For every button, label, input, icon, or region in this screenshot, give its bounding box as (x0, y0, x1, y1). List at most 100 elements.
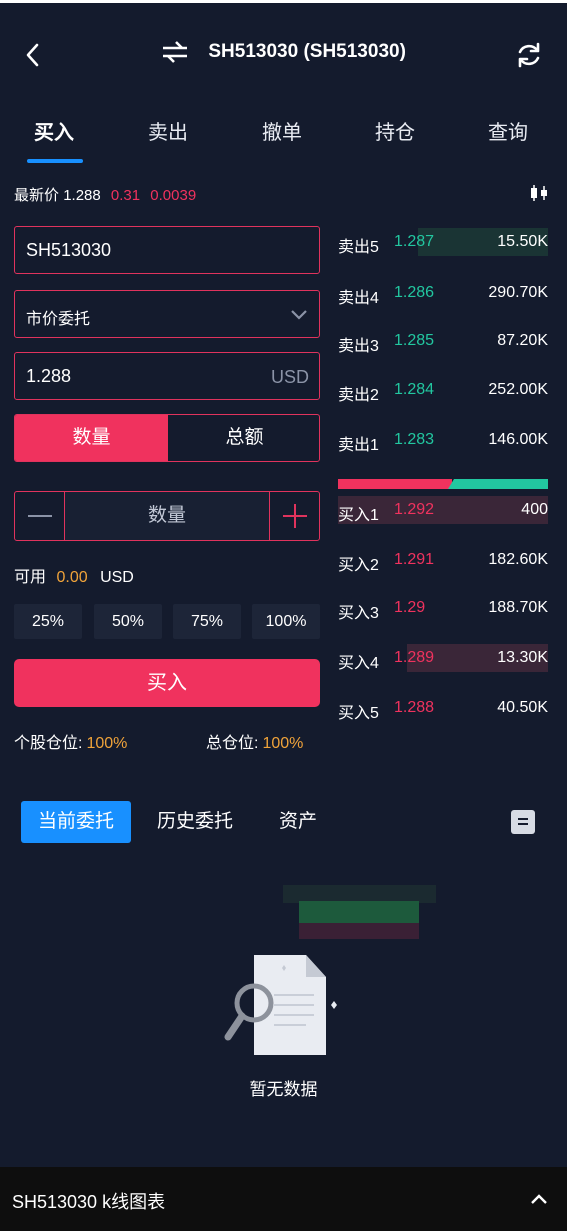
bid-row[interactable]: 买入1 1.292 400 (338, 496, 548, 524)
percent-25-button[interactable]: 25% (14, 604, 82, 639)
tab-query[interactable]: 查询 (488, 116, 528, 145)
title-bar: SH513030 (SH513030) (0, 41, 567, 63)
bid-price: 1.29 (394, 599, 426, 616)
latest-price-label: 最新价 (14, 187, 60, 204)
buy-ratio (338, 479, 452, 489)
bid-volume: 400 (521, 501, 548, 518)
symbol-input[interactable]: SH513030 (14, 226, 320, 274)
bid-row[interactable]: 买入5 1.288 40.50K (338, 694, 548, 722)
list-icon[interactable] (511, 810, 535, 834)
quantity-stepper: 数量 (14, 491, 320, 541)
bid-row[interactable]: 买入4 1.289 13.30K (338, 644, 548, 672)
bid-label: 买入2 (338, 557, 379, 574)
ask-label: 卖出3 (338, 338, 379, 355)
amount-mode-toggle: 数量 总额 (14, 414, 320, 462)
bid-price: 1.289 (394, 649, 435, 666)
tab-current-orders[interactable]: 当前委托 (21, 801, 131, 843)
ask-label: 卖出4 (338, 290, 379, 307)
tab-cancel[interactable]: 撤单 (262, 116, 302, 145)
increase-button[interactable] (269, 492, 319, 540)
bid-volume: 40.50K (497, 699, 548, 716)
bid-row[interactable]: 买入3 1.29 188.70K (338, 594, 548, 622)
percent-100-button[interactable]: 100% (252, 604, 320, 639)
ask-label: 卖出1 (338, 437, 379, 454)
order-type-select[interactable]: 市价委托 (14, 290, 320, 338)
price-unit: USD (270, 367, 309, 387)
mode-quantity-button[interactable]: 数量 (15, 415, 168, 461)
price-change-value: 0.0039 (150, 187, 197, 204)
bid-label: 买入1 (338, 507, 379, 524)
percent-75-button[interactable]: 75% (173, 604, 241, 639)
bid-price: 1.291 (394, 551, 435, 568)
available-currency: USD (100, 569, 134, 586)
bid-volume: 13.30K (497, 649, 548, 666)
ask-price: 1.284 (394, 381, 435, 398)
ask-label: 卖出5 (338, 239, 379, 256)
ask-price: 1.286 (394, 284, 435, 301)
price-change-percent: 0.31 (110, 187, 141, 204)
available-label: 可用 (14, 569, 47, 586)
percent-50-button[interactable]: 50% (94, 604, 162, 639)
candlestick-icon[interactable] (529, 184, 549, 202)
tab-assets[interactable]: 资产 (279, 801, 317, 843)
bid-row[interactable]: 买入2 1.291 182.60K (338, 546, 548, 574)
header: SH513030 (SH513030) (0, 3, 567, 103)
bid-price: 1.288 (394, 699, 435, 716)
total-position: 总仓位: 100% (206, 729, 303, 753)
ask-price: 1.285 (394, 332, 435, 349)
bid-label: 买入4 (338, 655, 379, 672)
sell-ratio (448, 479, 548, 489)
ask-volume: 15.50K (497, 233, 548, 250)
decrease-button[interactable] (15, 492, 65, 540)
ask-row[interactable]: 卖出4 1.286 290.70K (338, 279, 548, 307)
available-balance: 可用 0.00 USD (14, 563, 134, 587)
single-position-label: 个股仓位: (14, 735, 83, 752)
trade-tabs: 买入 卖出 撤单 持仓 查询 (0, 116, 567, 166)
list-lines-icon (518, 818, 528, 825)
buy-button[interactable]: 买入 (14, 659, 320, 707)
ask-volume: 252.00K (488, 381, 548, 398)
ask-volume: 146.00K (488, 431, 548, 448)
chevron-down-icon (291, 310, 307, 320)
mode-total-button[interactable]: 总额 (168, 415, 319, 461)
ask-row[interactable]: 卖出3 1.285 87.20K (338, 327, 548, 355)
bid-price: 1.292 (394, 501, 435, 518)
quantity-input[interactable]: 数量 (65, 492, 269, 540)
minus-icon (28, 515, 52, 517)
ask-volume: 290.70K (488, 284, 548, 301)
available-amount: 0.00 (56, 569, 88, 586)
price-input[interactable]: 1.288 USD (14, 352, 320, 400)
faded-chart-graphic (283, 885, 436, 939)
swap-icon[interactable] (161, 41, 189, 63)
kline-drawer-bar[interactable]: SH513030 k线图表 (0, 1167, 567, 1231)
ask-row[interactable]: 卖出5 1.287 15.50K (338, 228, 548, 256)
order-type-value: 市价委托 (26, 311, 91, 328)
tab-history-orders[interactable]: 历史委托 (157, 801, 233, 843)
total-position-value: 100% (262, 735, 304, 752)
active-tab-indicator (27, 159, 83, 163)
symbol-value: SH513030 (26, 240, 112, 260)
refresh-icon[interactable] (515, 41, 543, 69)
ask-row[interactable]: 卖出1 1.283 146.00K (338, 426, 548, 454)
price-value: 1.288 (26, 366, 72, 386)
tab-position[interactable]: 持仓 (375, 116, 415, 145)
kline-drawer-label: SH513030 k线图表 (12, 1192, 166, 1212)
ask-price: 1.283 (394, 431, 435, 448)
tab-buy[interactable]: 买入 (34, 116, 74, 145)
bid-label: 买入3 (338, 605, 379, 622)
single-position: 个股仓位: 100% (14, 729, 127, 753)
ask-price: 1.287 (394, 233, 435, 250)
buy-sell-ratio-bar (338, 479, 548, 489)
ask-volume: 87.20K (497, 332, 548, 349)
single-position-value: 100% (86, 735, 128, 752)
bid-volume: 182.60K (488, 551, 548, 568)
ask-label: 卖出2 (338, 387, 379, 404)
chevron-up-icon[interactable] (529, 1189, 549, 1209)
bid-label: 买入5 (338, 705, 379, 722)
tab-sell[interactable]: 卖出 (148, 116, 188, 145)
no-data-illustration-icon (224, 955, 337, 1055)
latest-price-value: 1.288 (63, 187, 101, 204)
total-position-label: 总仓位: (206, 735, 259, 752)
ask-row[interactable]: 卖出2 1.284 252.00K (338, 376, 548, 404)
latest-price-line: 最新价 1.288 0.31 0.0039 (14, 184, 196, 205)
